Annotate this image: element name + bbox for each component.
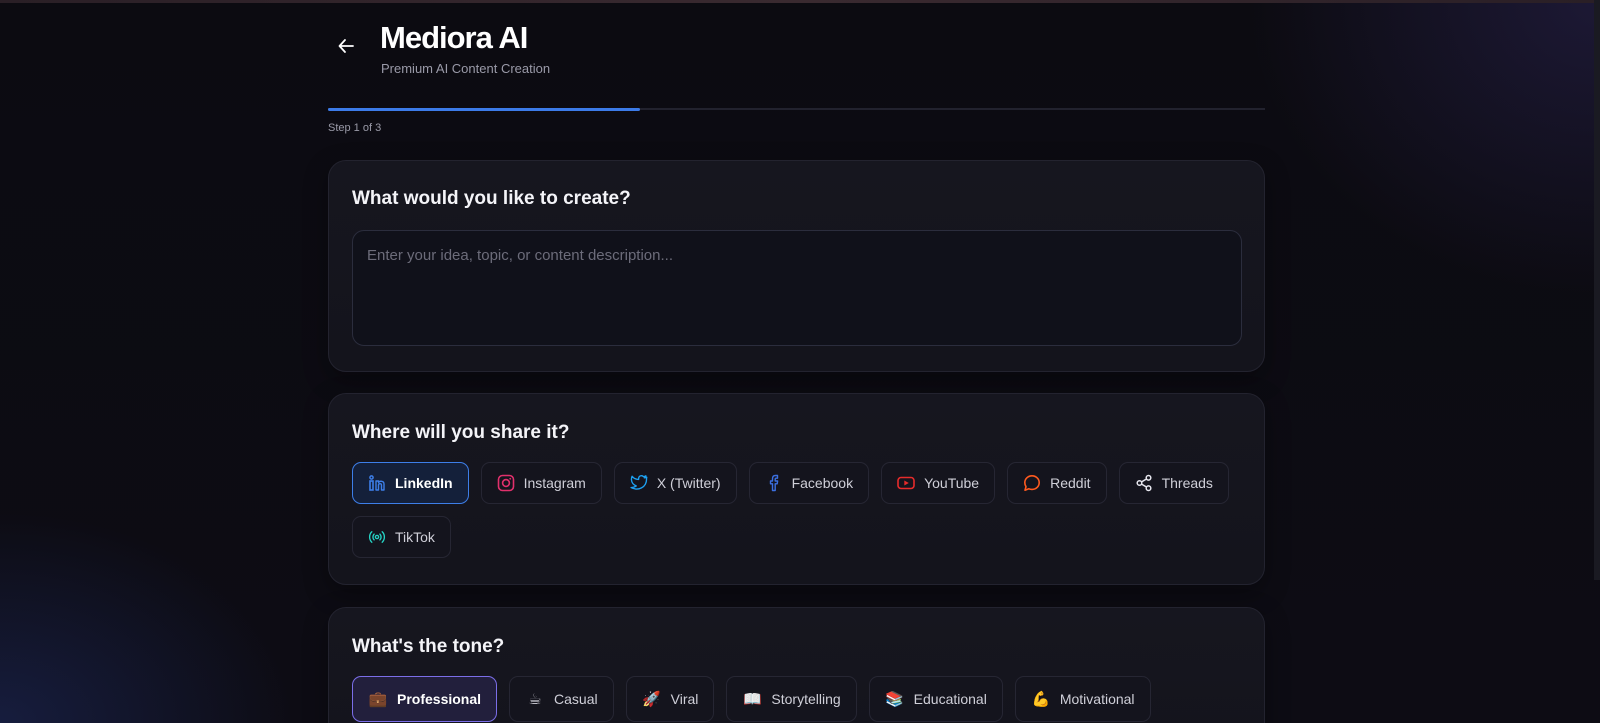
idea-input[interactable]: [352, 230, 1242, 346]
platform-linkedin[interactable]: LinkedIn: [352, 462, 469, 504]
platform-facebook[interactable]: Facebook: [748, 462, 870, 504]
platform-label: Threads: [1161, 475, 1213, 491]
platform-threads[interactable]: Threads: [1118, 462, 1229, 504]
books-icon: 📚: [885, 691, 904, 708]
platform-label: LinkedIn: [395, 475, 453, 491]
rocket-icon: 🚀: [642, 691, 661, 708]
step-indicator: Step 1 of 3: [328, 122, 382, 134]
tone-heading: What's the tone?: [352, 636, 505, 657]
scrollbar[interactable]: [1594, 0, 1600, 580]
tone-label: Professional: [397, 691, 482, 707]
briefcase-icon: 💼: [368, 691, 388, 708]
tone-motivational[interactable]: 💪 Motivational: [1014, 676, 1151, 722]
share-card: Where will you share it? LinkedIn Instag…: [328, 393, 1265, 585]
tone-label: Educational: [913, 691, 987, 707]
facebook-icon: [765, 474, 783, 492]
main-container: Mediora AI Premium AI Content Creation S…: [328, 0, 1265, 723]
flexed-biceps-icon: 💪: [1031, 691, 1051, 708]
page-title: Mediora AI: [380, 20, 528, 55]
create-heading: What would you like to create?: [352, 188, 631, 209]
tone-label: Viral: [670, 691, 699, 707]
platform-twitter[interactable]: X (Twitter): [613, 462, 737, 504]
tone-list: 💼 Professional ☕ Casual 🚀 Viral 📖 Storyt…: [352, 676, 1242, 722]
platform-label: Reddit: [1050, 475, 1091, 491]
page-subtitle: Premium AI Content Creation: [381, 61, 551, 76]
platform-label: YouTube: [924, 475, 980, 491]
back-button[interactable]: [334, 36, 358, 60]
create-card: What would you like to create?: [328, 160, 1265, 372]
coffee-icon: ☕: [528, 691, 542, 708]
tone-label: Casual: [554, 691, 598, 707]
tone-card: What's the tone? 💼 Professional ☕ Casual…: [328, 607, 1265, 723]
reddit-icon: [1023, 474, 1041, 492]
progress-bar: [328, 107, 1265, 111]
platform-instagram[interactable]: Instagram: [480, 462, 602, 504]
page-header: Mediora AI Premium AI Content Creation: [328, 0, 1265, 100]
platform-tiktok[interactable]: TikTok: [352, 516, 451, 558]
platform-label: X (Twitter): [656, 475, 721, 491]
tone-professional[interactable]: 💼 Professional: [352, 676, 498, 722]
platform-label: TikTok: [395, 529, 435, 545]
platform-list: LinkedIn Instagram X (Twitter) Facebook …: [352, 462, 1242, 558]
tone-viral[interactable]: 🚀 Viral: [625, 676, 715, 722]
progress-fill: [328, 107, 641, 111]
platform-youtube[interactable]: YouTube: [881, 462, 996, 504]
tone-label: Motivational: [1059, 691, 1135, 707]
platform-reddit[interactable]: Reddit: [1007, 462, 1107, 504]
arrow-left-icon: [337, 37, 355, 60]
tone-casual[interactable]: ☕ Casual: [509, 676, 614, 722]
broadcast-icon: [368, 528, 386, 546]
share-icon: [1135, 474, 1153, 492]
platform-label: Facebook: [791, 475, 854, 491]
tone-storytelling[interactable]: 📖 Storytelling: [726, 676, 857, 722]
book-icon: 📖: [743, 691, 762, 708]
tone-label: Storytelling: [771, 691, 841, 707]
tone-educational[interactable]: 📚 Educational: [868, 676, 1003, 722]
platform-label: Instagram: [523, 475, 586, 491]
youtube-icon: [897, 474, 915, 492]
share-heading: Where will you share it?: [352, 422, 570, 443]
twitter-icon: [630, 474, 648, 492]
linkedin-icon: [368, 474, 386, 492]
instagram-icon: [497, 474, 515, 492]
